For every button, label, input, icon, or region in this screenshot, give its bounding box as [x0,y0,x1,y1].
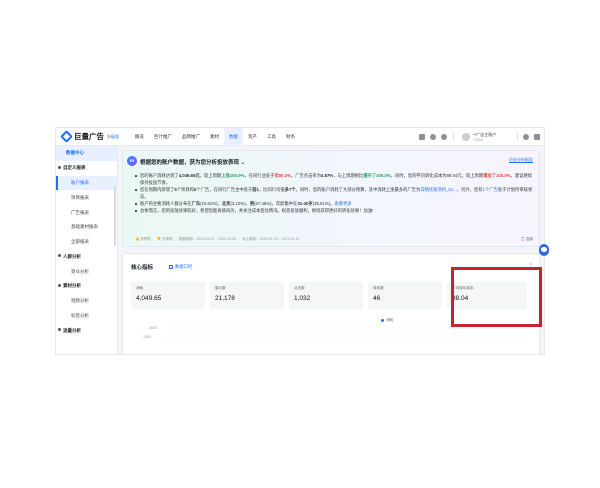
kpi-value: 46 [373,295,381,302]
nav-item-promotion[interactable]: 巨计推广 [149,128,177,146]
help-icon[interactable] [441,133,447,140]
assistant-float-icon[interactable] [539,244,549,256]
kpi-card-impressions[interactable]: 展示数 21,178 [210,282,284,309]
people-icon [58,254,61,258]
data-caliber-link[interactable]: 数据口径 [169,264,192,270]
sidebar-group-custom-reports[interactable]: 自定义报表 [56,161,117,176]
kpi-value: 21,178 [215,295,235,302]
kpi-card-conversions[interactable]: 转化数 46 [368,282,442,309]
copy-button[interactable]: 📋 复制 [521,237,533,242]
analysis-bullet-projects: 您在周期内新增了5个项目和5个广告，在同行广告主中处于前1，比同行均值多7个。同… [135,186,533,200]
kpi-label: 消耗 [136,286,144,290]
sidebar-item-material-report[interactable]: 基础素材报表 [56,220,117,235]
divider [453,132,454,141]
traffic-icon [58,328,61,332]
nav-item-finance[interactable]: 财务 [281,128,300,146]
analysis-bullet-audience: 账户的主要消耗人群分布在广东(10.62%)、北京(3.10%)，男(67.45… [135,200,533,207]
nav-item-material[interactable]: 素材 [205,128,224,146]
not-helpful-button[interactable]: 👎 无帮助 [157,237,173,242]
topbar-actions: **广告主账户 17516 [414,132,544,142]
y-tick-label: 3000 [149,326,157,330]
analysis-bullet-summary: 总体而言，您的投放效果较好，希望您能再接再厉，并关注成本变化情况。祝您投放顺利，… [135,207,533,214]
sidebar-item-all-reports[interactable]: 全部报表 [56,235,117,250]
top-navigation-bar: 巨量广告 升级版 概览 巨计推广 品牌推广 素材 数据 资产 工具 财务 **广… [56,128,544,146]
ai-assistant-icon: AI [127,156,137,166]
sidebar-item-project-report[interactable]: 项目报表 [56,190,117,205]
kpi-card-spend[interactable]: 消耗 4,049.65 [131,282,205,309]
logo-text: 巨量广告 [74,132,104,141]
spend-trend-chart: 3000 1000 3750 [143,326,529,355]
report-icon [58,165,61,169]
logo[interactable]: 巨量广告 升级版 [56,130,130,143]
sidebar-item-account-report[interactable]: 账户报表 [56,175,117,191]
sidebar-scrollbar[interactable] [114,186,116,246]
y-tick-label: 3750 [143,354,151,355]
helpful-button[interactable]: 👍 有帮助 [135,237,151,242]
nav-item-assets[interactable]: 资产 [243,128,262,146]
nav-item-overview[interactable]: 概览 [130,128,149,146]
avatar[interactable] [462,132,470,141]
legend-label: 消耗 [386,318,394,322]
kpi-label: 转化数 [373,286,384,290]
account-switcher[interactable]: **广告主账户 17516 [473,132,511,142]
divider [517,132,518,141]
sidebar-group-material[interactable]: 素材分析 [56,279,117,294]
panel-title: 核心指标 [131,265,154,271]
sidebar-item-tag-analysis[interactable]: 标签分析 [56,309,117,324]
nav-item-brand[interactable]: 品牌推广 [177,128,205,146]
kpi-card-clicks[interactable]: 点击数 1,032 [289,282,363,309]
nav-item-tools[interactable]: 工具 [262,128,281,146]
main-nav: 概览 巨计推广 品牌推广 素材 数据 资产 工具 财务 [130,128,300,146]
ai-analysis-body: 您的账户消耗达到了4,049.65元，较上周期上涨100.0%，在同行业处于优8… [135,172,533,214]
see-more-link[interactable]: 查看更多 [334,201,351,206]
ai-card-title[interactable]: 根据您的账户数据，获为您分析投放表现 ⌄ [140,158,245,166]
sidebar-item-video-analysis[interactable]: 视频分析 [56,294,117,309]
kpi-value: 1,032 [294,295,311,302]
annotation-highlight-box [451,267,542,327]
y-tick-label: 1000 [143,335,151,339]
kpi-label: 展示数 [215,286,226,290]
grid-icon[interactable] [534,133,540,140]
nav-item-data[interactable]: 数据 [224,128,243,146]
bell-icon[interactable] [430,133,436,140]
sidebar-item-data-center[interactable]: 数据中心 [56,146,117,161]
briefcase-icon[interactable] [419,133,425,140]
logo-icon [60,130,73,143]
sidebar: 数据中心 自定义报表 账户报表 项目报表 广告报表 基础素材报表 全部报表 人群… [56,146,118,354]
compare-period: 对比周期：2023-09-13 ~ 2023-09-19 [241,237,300,241]
legend-dot [381,319,384,322]
kpi-value: 4,049.65 [136,295,162,302]
gear-icon[interactable] [523,133,529,140]
chart-legend[interactable]: 消耗 [381,318,393,323]
account-id: 17516 [473,137,483,142]
kpi-label: 点击数 [294,286,305,290]
logo-version-tag: 升级版 [107,133,119,139]
data-period: 数据周期：2023-09-20 ~ 2023-09-26 [178,237,236,241]
sidebar-item-ad-report[interactable]: 广告报表 [56,205,117,220]
sidebar-group-audience[interactable]: 人群分析 [56,249,117,264]
sidebar-group-traffic[interactable]: 流量分析 [56,323,117,338]
history-report-link[interactable]: 历史分析报告 [509,157,533,163]
ai-analysis-card: AI 根据您的账户数据，获为您分析投放表现 ⌄ 历史分析报告 您的账户消耗达到了… [122,150,540,247]
analysis-bullet-spend: 您的账户消耗达到了4,049.65元，较上周期上涨100.0%，在同行业处于优8… [135,172,533,186]
ai-card-footer: 👍 有帮助 👎 无帮助 数据周期：2023-09-20 ~ 2023-09-26… [135,237,533,242]
sidebar-item-audience-analysis[interactable]: 受众分析 [56,264,117,279]
material-icon [58,284,61,288]
document-icon [169,264,173,269]
